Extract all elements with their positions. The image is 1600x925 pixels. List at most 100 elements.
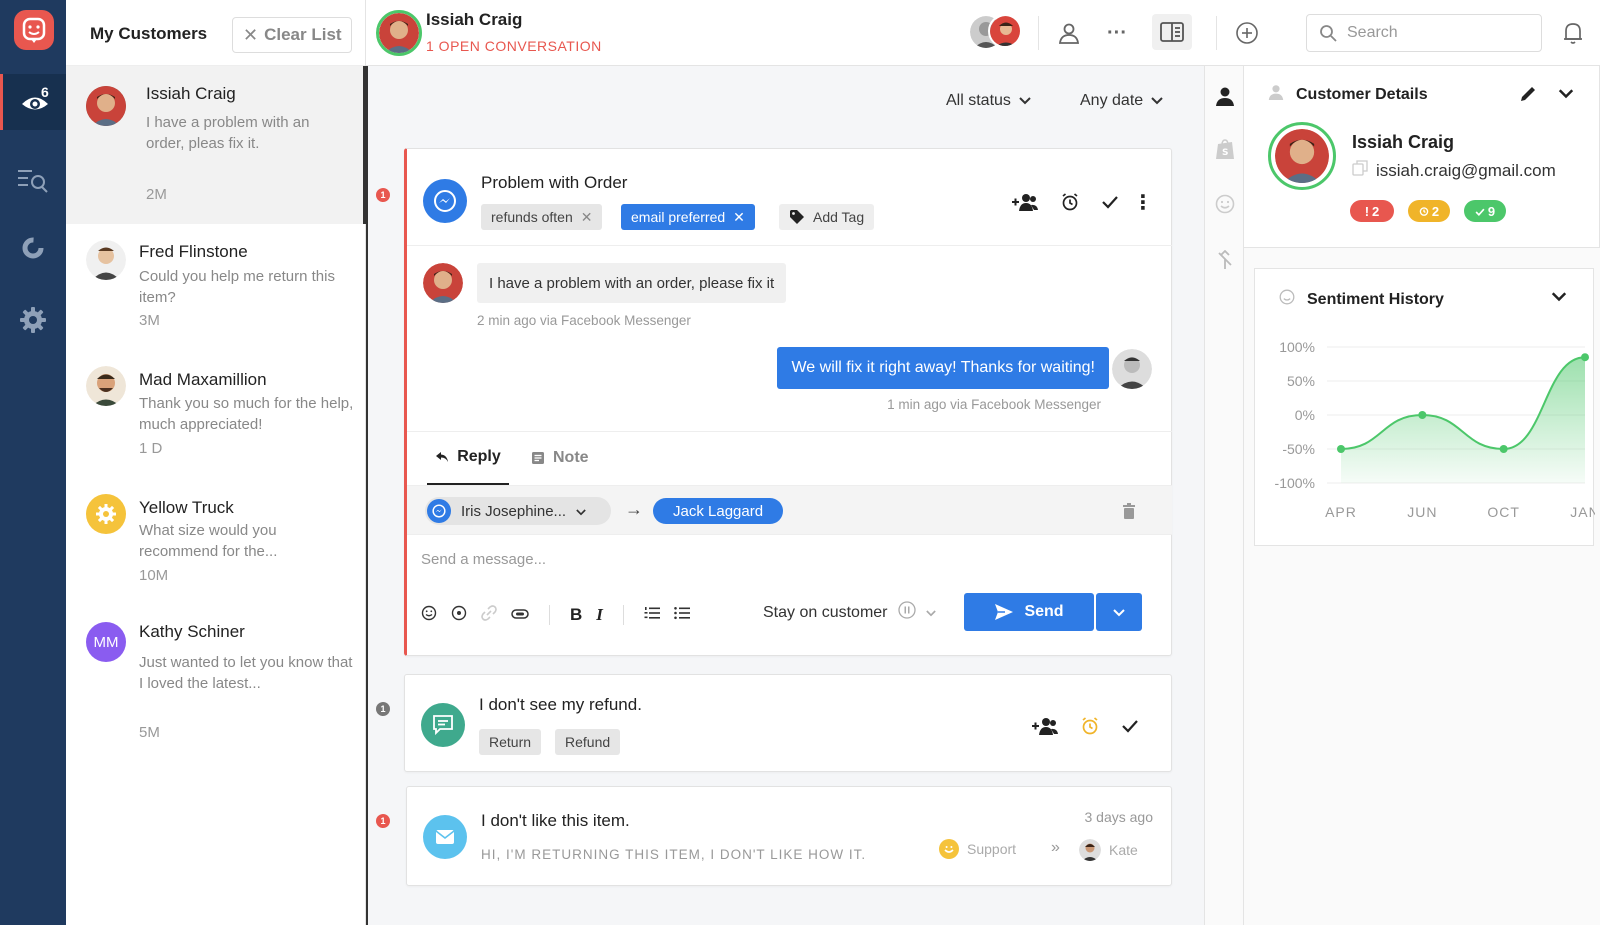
notifications-button[interactable]	[1558, 18, 1588, 48]
snooze-badge[interactable]: 2	[1408, 200, 1450, 222]
y-tick-label: 0%	[1295, 407, 1315, 423]
topbar-customer-name: Issiah Craig	[426, 10, 523, 29]
assign-user-button[interactable]	[1054, 18, 1084, 48]
date-filter-label: Any date	[1080, 92, 1144, 109]
send-options-button[interactable]	[1096, 593, 1142, 631]
send-button[interactable]: Send	[964, 593, 1094, 631]
tab-note[interactable]: Note	[531, 431, 601, 485]
gear-icon	[20, 307, 46, 333]
list-search-icon	[18, 170, 48, 193]
customer-name: Yellow Truck	[139, 498, 234, 517]
attachment-icon[interactable]	[511, 607, 529, 624]
chevron-down-icon	[1558, 86, 1574, 103]
user-add-icon	[1012, 194, 1038, 211]
edit-customer-button[interactable]	[1516, 82, 1540, 106]
customer-item-issiah[interactable]: Issiah Craig I have a problem with an or…	[66, 66, 366, 224]
tag-chip[interactable]: refunds often ✕	[481, 204, 603, 230]
agent-avatar[interactable]	[988, 14, 1022, 48]
avatar: MM	[86, 622, 126, 662]
assign-button[interactable]	[1031, 713, 1059, 739]
customer-time: 1 D	[139, 440, 163, 457]
snooze-button[interactable]	[1057, 189, 1083, 215]
resolved-badge[interactable]: 9	[1464, 200, 1506, 222]
to-agent-chip[interactable]: Jack Laggard	[653, 498, 784, 524]
link-icon[interactable]	[481, 605, 497, 625]
snooze-button[interactable]	[1077, 713, 1103, 739]
close-icon[interactable]: ✕	[733, 209, 745, 226]
tab-shop[interactable]: S	[1205, 130, 1245, 170]
chevron-down-icon	[1551, 289, 1567, 306]
tag-chip[interactable]: Refund	[555, 729, 621, 755]
new-conversation-button[interactable]	[1232, 18, 1262, 48]
tag-chip[interactable]: email preferred ✕	[621, 204, 755, 230]
sidebar-panel-icon	[1160, 22, 1184, 42]
assign-button[interactable]	[1011, 189, 1039, 215]
smile-icon	[1279, 289, 1295, 309]
alert-badge[interactable]: ! 2	[1350, 200, 1394, 222]
more-horizontal-icon: ···	[1107, 21, 1127, 44]
resolve-button[interactable]	[1117, 713, 1143, 739]
composer-placeholder[interactable]: Send a message...	[421, 551, 546, 568]
customer-item-yellow-truck[interactable]: Yellow Truck What size would you recomme…	[66, 478, 366, 604]
resolve-button[interactable]	[1097, 189, 1123, 215]
sentiment-chart: 100% 50% 0% -50% -100% APR JUN OCT JAN	[1275, 339, 1595, 520]
customer-email-row[interactable]: issiah.craig@gmail.com	[1352, 160, 1556, 181]
tag-chip[interactable]: Return	[479, 729, 542, 755]
agent-name: Kate	[1109, 842, 1138, 858]
email-icon	[423, 815, 467, 859]
nav-search-list[interactable]	[0, 152, 66, 208]
sentiment-point	[1337, 445, 1345, 453]
tab-sentiment[interactable]	[1205, 184, 1245, 224]
tab-merge[interactable]	[1205, 240, 1245, 280]
stay-on-customer-toggle[interactable]: Stay on customer	[763, 601, 936, 624]
customer-item-kathy[interactable]: MM Kathy Schiner Just wanted to let you …	[66, 604, 366, 754]
conversation-card[interactable]: I don't see my refund. Return Refund	[404, 674, 1172, 772]
bold-icon[interactable]: B	[570, 605, 582, 625]
add-tag-button[interactable]: Add Tag	[779, 204, 875, 230]
app-logo[interactable]	[14, 10, 54, 50]
tab-reply[interactable]: Reply	[427, 431, 509, 485]
nav-conversations[interactable]: 6	[0, 74, 66, 130]
open-conversation-count[interactable]: 1 OPEN CONVERSATION	[426, 38, 602, 54]
from-agent-select[interactable]: Iris Josephine...	[425, 497, 611, 525]
resolved-count: 9	[1487, 203, 1496, 219]
close-icon[interactable]: ✕	[581, 209, 593, 226]
status-filter[interactable]: All status	[946, 92, 1031, 110]
conversation-preview: HI, I'M RETURNING THIS ITEM, I DON'T LIK…	[481, 847, 867, 862]
collapse-details-button[interactable]	[1554, 82, 1578, 106]
merge-icon	[1218, 250, 1232, 269]
conversation-card[interactable]: I don't like this item. HI, I'M RETURNIN…	[406, 786, 1172, 886]
customer-item-mad[interactable]: Mad Maxamillion Thank you so much for th…	[66, 350, 366, 478]
copy-icon[interactable]	[1352, 160, 1368, 181]
search-input[interactable]: Search	[1306, 14, 1542, 52]
customer-avatar[interactable]	[376, 10, 422, 56]
svg-text:S: S	[1222, 148, 1228, 158]
team-label: Support	[939, 839, 1016, 859]
chevron-down-icon	[576, 503, 586, 520]
more-options-button[interactable]: ···	[1102, 18, 1132, 48]
customer-item-fred[interactable]: Fred Flinstone Could you help me return …	[66, 224, 366, 350]
trash-icon	[1123, 503, 1135, 519]
delete-draft-button[interactable]	[1119, 500, 1139, 522]
sentiment-history-card: Sentiment History 100% 50% 0% -50% -100% APR J…	[1254, 268, 1595, 546]
collapse-sentiment-button[interactable]	[1547, 285, 1571, 309]
tag-label: refunds often	[491, 209, 573, 225]
nav-settings[interactable]	[0, 292, 66, 348]
conversation-title: I don't like this item.	[481, 811, 630, 830]
customer-name: Kathy Schiner	[139, 622, 245, 641]
clear-list-button[interactable]: ✕ Clear List	[232, 17, 352, 53]
emoji-icon[interactable]	[421, 605, 437, 625]
plus-circle-icon	[1236, 22, 1258, 44]
chevron-down-icon	[1113, 604, 1125, 621]
note-icon	[532, 452, 544, 464]
nav-reports[interactable]	[0, 220, 66, 276]
tab-customer[interactable]	[1205, 76, 1245, 116]
sticker-icon[interactable]	[451, 605, 467, 625]
toggle-panel-button[interactable]	[1152, 14, 1192, 50]
nav-badge-count: 6	[41, 84, 49, 100]
conversation-more-button[interactable]: ⋮	[1133, 189, 1153, 215]
date-filter[interactable]: Any date	[1080, 92, 1163, 110]
bullet-list-icon[interactable]	[674, 606, 690, 624]
ordered-list-icon[interactable]	[644, 606, 660, 624]
italic-icon[interactable]: I	[596, 605, 603, 625]
